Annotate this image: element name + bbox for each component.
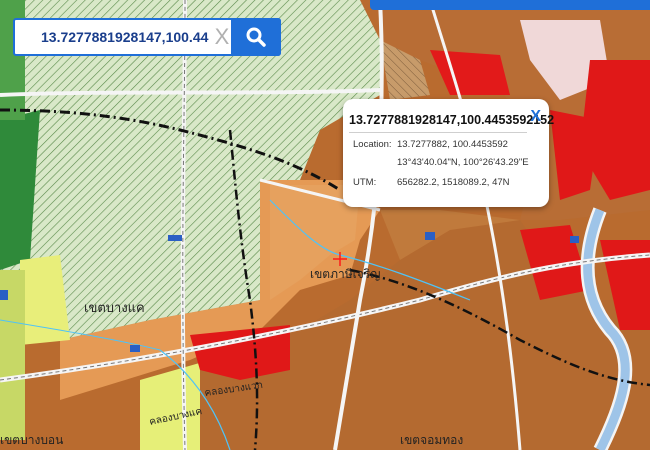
location-decimal: 13.7277882, 100.4453592 [397,139,508,150]
label-khet-chom-thong: เขตจอมทอง [400,433,463,447]
label-khet-bang-bon: เขตบางบอน [0,433,63,447]
location-label: Location: [353,139,392,150]
label-khet-phasi-charoen: เขตภาษีเจริญ [310,267,380,281]
map-canvas[interactable]: เขตบางแค เขตภาษีเจริญ เขตจอมทอง เขตบางบอ… [0,0,650,450]
location-popup: 13.7277881928147,100.4453592152 X Locati… [343,99,554,207]
utm-value: 656282.2, 1518089.2, 47N [397,177,510,188]
top-toolbar [370,0,650,10]
search-icon [246,27,266,47]
search-input[interactable] [41,29,209,45]
utm-label: UTM: [353,177,377,188]
location-dms: 13°43'40.04"N, 100°26'43.29"E [397,157,529,168]
search-box: X [13,18,281,56]
popup-title: 13.7277881928147,100.4453592152 [349,113,555,127]
location-marker-icon [333,252,347,266]
label-khet-bang-khae: เขตบางแค [84,301,145,316]
popup-divider [349,132,527,133]
search-button[interactable] [231,18,281,56]
close-icon[interactable]: X [530,108,541,126]
